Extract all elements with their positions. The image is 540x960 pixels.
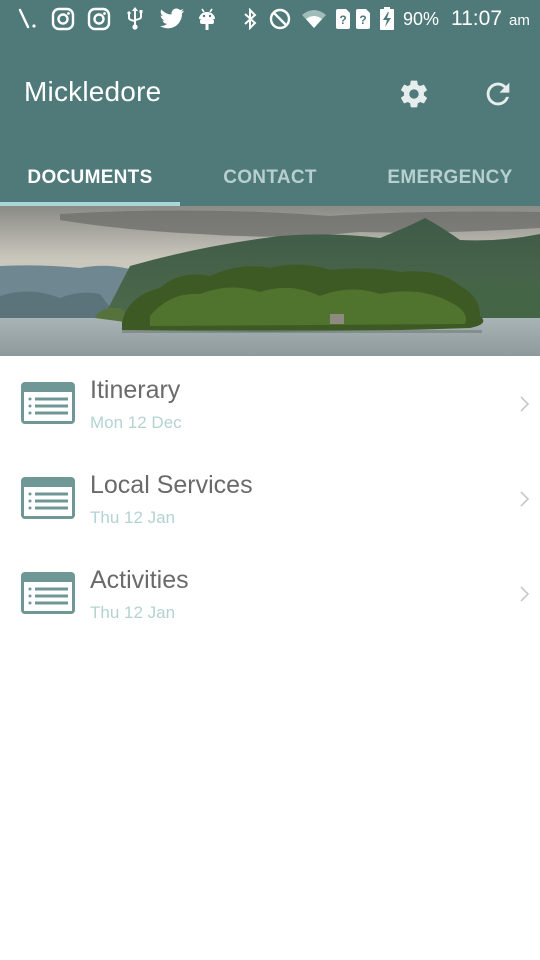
instagram-icon [50,7,76,31]
clock-ampm: am [509,12,530,29]
document-title: Local Services [90,471,253,499]
chevron-right-icon [520,586,530,602]
svg-text:?: ? [359,13,366,27]
chevron-right-icon [520,396,530,412]
document-list-icon [21,477,75,519]
signal-slash-icon [14,7,40,31]
battery-percent: 90% [403,9,440,29]
svg-text:?: ? [339,13,346,27]
sim-unknown-icon: ? [354,7,372,31]
document-date: Thu 12 Jan [90,508,176,527]
tab-label: DOCUMENTS [27,167,153,188]
sim-unknown-icon: ? [334,7,352,31]
document-title: Activities [90,566,189,594]
android-icon [196,7,218,31]
document-list-icon [21,382,75,424]
app-title: Mickledore [24,76,162,107]
battery-charging-icon [378,7,396,31]
refresh-button[interactable] [480,76,516,112]
tab-documents[interactable]: DOCUMENTS [0,150,180,206]
list-item-itinerary[interactable]: Itinerary Mon 12 Dec [0,356,540,451]
tab-label: EMERGENCY [387,167,513,188]
do-not-disturb-icon [268,7,292,31]
tab-bar: DOCUMENTS CONTACT EMERGENCY [0,150,540,206]
document-list-icon [21,572,75,614]
chevron-right-icon [520,491,530,507]
list-item-local-services[interactable]: Local Services Thu 12 Jan [0,451,540,546]
refresh-icon [486,82,510,106]
bluetooth-icon [240,7,260,31]
banner-image [0,206,540,356]
app-bar: Mickledore DOCUMENTS CONTACT EMERGENCY [0,38,540,206]
tab-contact[interactable]: CONTACT [180,150,360,206]
tab-emergency[interactable]: EMERGENCY [360,150,540,206]
document-list: Itinerary Mon 12 Dec Local Services Thu … [0,356,540,641]
status-bar: ? ? 90% 11:07 am [0,0,540,38]
document-title: Itinerary [90,376,181,404]
list-item-activities[interactable]: Activities Thu 12 Jan [0,546,540,641]
wifi-icon [300,7,328,31]
twitter-icon [158,7,186,31]
instagram-icon [86,7,112,31]
tab-label: CONTACT [223,167,317,188]
settings-icon [401,80,427,108]
document-date: Mon 12 Dec [90,413,182,432]
document-date: Thu 12 Jan [90,603,176,622]
clock-time: 11:07 [451,7,502,30]
settings-button[interactable] [396,76,432,112]
usb-icon [124,7,146,31]
